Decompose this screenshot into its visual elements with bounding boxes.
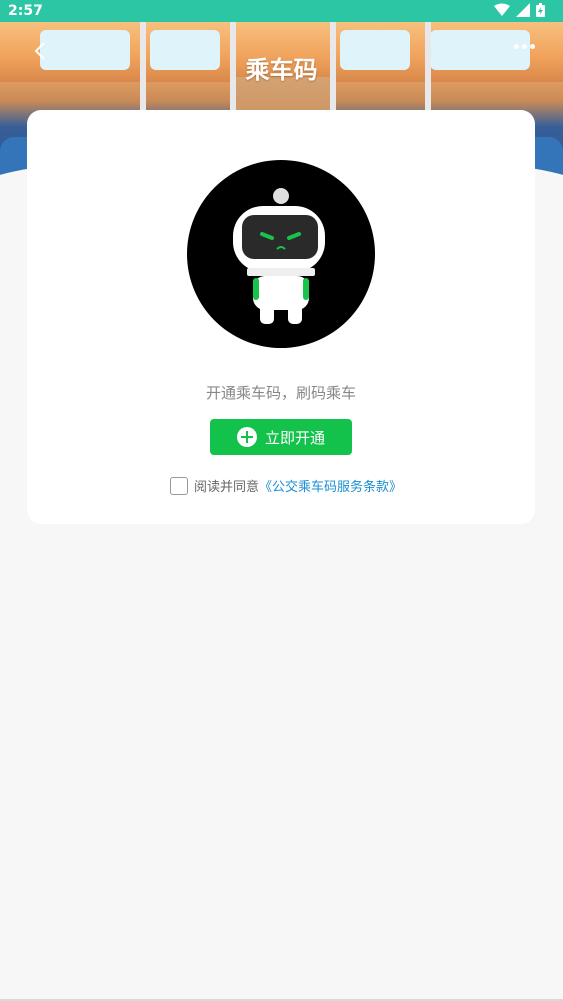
page-title: 乘车码 [245,56,318,84]
activate-button[interactable]: 立即开通 [210,419,352,455]
battery-icon [536,3,545,17]
agree-label: 阅读并同意 [194,480,260,495]
agreement-row: 阅读并同意 《公交乘车码服务条款》 [170,476,402,495]
agree-checkbox[interactable] [170,476,188,495]
plus-circle-icon [236,427,257,447]
status-time: 2:57 [8,3,43,19]
robot-illustration [187,160,375,348]
more-options-icon[interactable] [514,44,535,49]
activate-button-label: 立即开通 [264,428,325,447]
wifi-icon [494,3,510,16]
signal-icon [516,3,530,17]
status-bar: 2:57 [0,0,563,22]
status-icons [494,3,545,17]
activation-card: 开通乘车码，刷码乘车 立即开通 阅读并同意 《公交乘车码服务条款》 [27,110,535,524]
terms-link[interactable]: 《公交乘车码服务条款》 [259,476,402,495]
activation-prompt: 开通乘车码，刷码乘车 [205,384,356,402]
